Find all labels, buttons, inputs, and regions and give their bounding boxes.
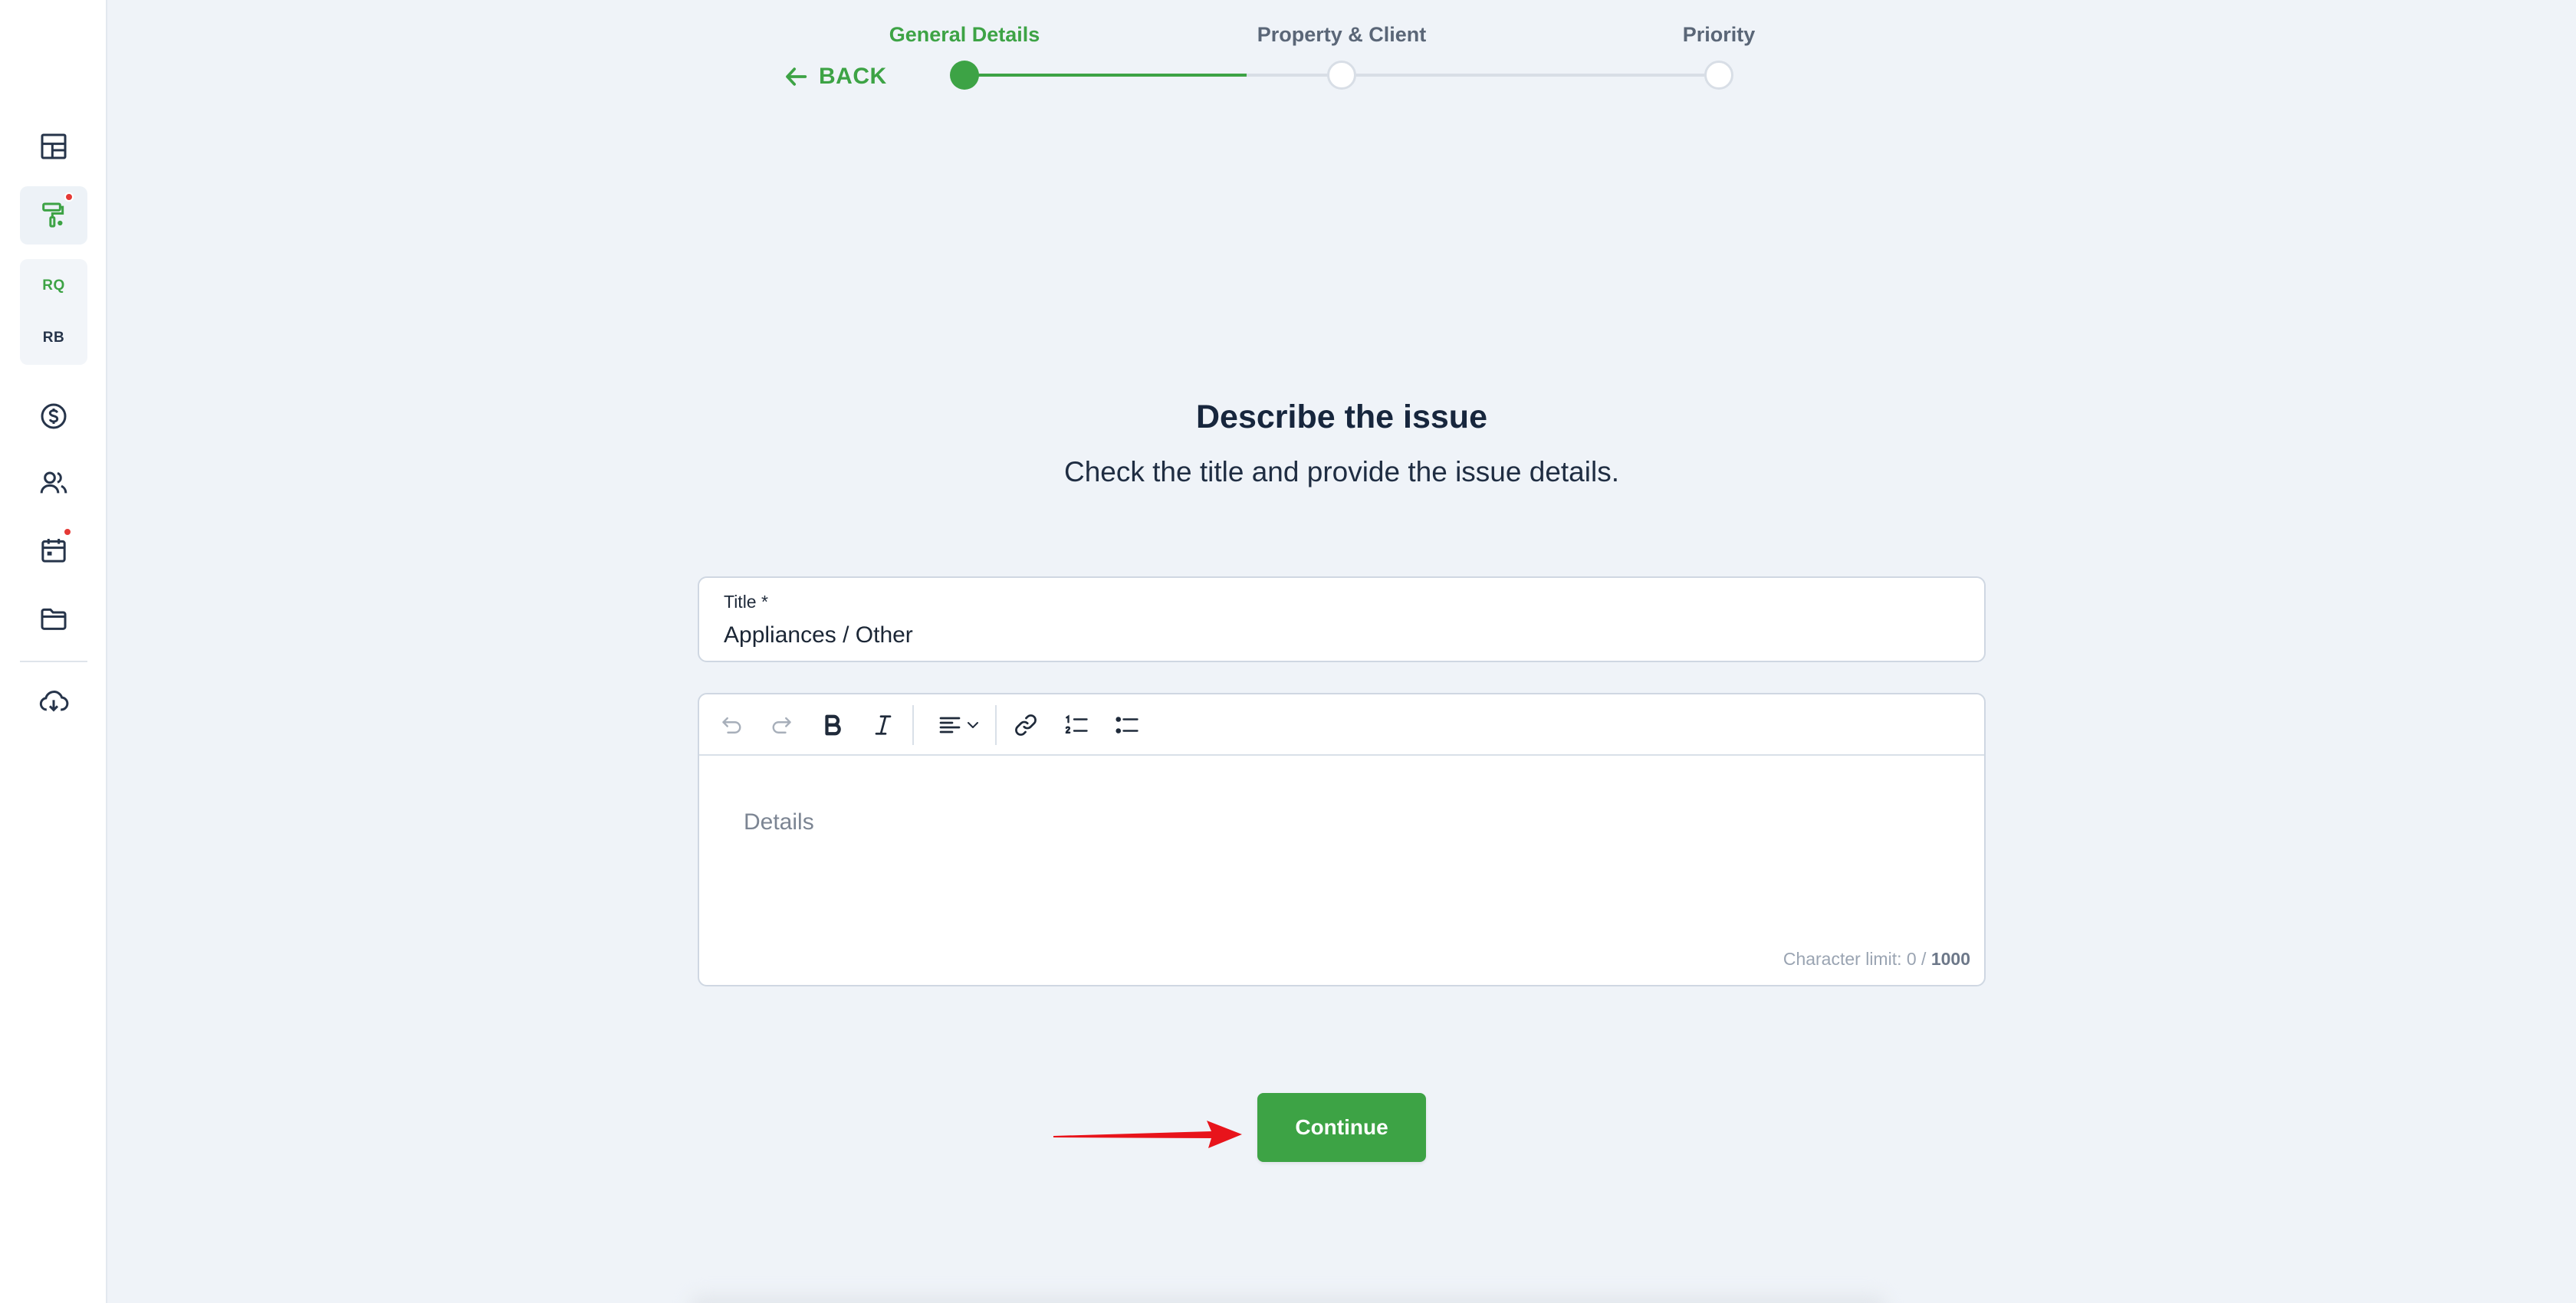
- numbered-list-button[interactable]: [1056, 707, 1096, 743]
- sidebar-item-dashboard[interactable]: [20, 117, 87, 176]
- title-field[interactable]: Title * Appliances / Other: [698, 576, 1986, 662]
- sidebar-item-calendar[interactable]: [20, 521, 87, 579]
- sidebar-tag-group: RQ RB: [20, 259, 87, 365]
- italic-button[interactable]: [863, 707, 903, 743]
- step-dot-property-client[interactable]: [1327, 61, 1356, 90]
- toolbar-separator: [912, 705, 914, 745]
- bold-icon: [825, 714, 841, 736]
- character-limit-text: Character limit: 0 /: [1783, 949, 1931, 969]
- back-label: BACK: [819, 64, 887, 89]
- details-input[interactable]: Details: [744, 809, 814, 835]
- sidebar-item-download[interactable]: [20, 672, 87, 730]
- redo-icon: [772, 717, 791, 734]
- bulleted-list-button[interactable]: [1107, 707, 1147, 743]
- calendar-icon: [41, 539, 66, 563]
- title-field-value[interactable]: Appliances / Other: [724, 622, 913, 648]
- character-limit-max: 1000: [1930, 949, 1970, 969]
- app: RQ RB BACK General Details Property & Cl…: [0, 0, 2576, 1303]
- folder-icon: [41, 608, 67, 630]
- undo-icon: [722, 717, 741, 734]
- stepper-track: [1247, 74, 1717, 77]
- step-dot-priority[interactable]: [1704, 61, 1733, 90]
- step-label-priority: Priority: [1682, 23, 1756, 46]
- step-dot-general-details[interactable]: [950, 61, 979, 90]
- page-subtitle: Check the title and provide the issue de…: [1064, 456, 1619, 487]
- notification-dot: [64, 192, 74, 202]
- link-button[interactable]: [1006, 707, 1046, 743]
- sidebar-item-maintenance[interactable]: [20, 186, 87, 245]
- step-label-general-details: General Details: [889, 23, 1040, 46]
- paint-roller-icon: [42, 202, 64, 228]
- bold-button[interactable]: [813, 707, 853, 743]
- arrow-left-icon: [786, 67, 807, 86]
- align-left-icon: [939, 717, 961, 734]
- continue-button[interactable]: Continue: [1257, 1093, 1426, 1162]
- link-icon: [1015, 714, 1037, 736]
- page-title: Describe the issue: [1195, 399, 1487, 435]
- undo-button[interactable]: [711, 707, 751, 743]
- character-limit: Character limit: 0 / 1000: [1783, 949, 1970, 970]
- cloud-download-icon: [39, 691, 69, 712]
- sidebar-divider: [20, 661, 87, 662]
- title-field-label: Title *: [724, 592, 768, 612]
- sidebar: RQ RB: [0, 0, 107, 1303]
- details-editor: Details Character limit: 0 / 1000: [698, 693, 1986, 986]
- sidebar-tag-rq[interactable]: RQ: [20, 277, 87, 294]
- chevron-down-icon: [968, 722, 978, 728]
- editor-toolbar: [699, 694, 1984, 756]
- annotation-arrow-icon: [1053, 1121, 1242, 1148]
- sidebar-item-files[interactable]: [20, 589, 87, 648]
- redo-button[interactable]: [762, 707, 802, 743]
- sidebar-tag-rb[interactable]: RB: [20, 330, 87, 346]
- toolbar-separator: [995, 705, 997, 745]
- stepper-progress-fill: [964, 74, 1247, 77]
- italic-icon: [875, 715, 892, 735]
- bulleted-list-icon: [1116, 717, 1138, 734]
- numbered-list-icon: [1065, 714, 1088, 734]
- sidebar-item-contacts[interactable]: [20, 454, 87, 512]
- users-icon: [40, 471, 67, 494]
- sidebar-item-billing[interactable]: [20, 387, 87, 445]
- back-button[interactable]: BACK: [784, 61, 887, 92]
- dollar-icon: [41, 403, 67, 429]
- align-dropdown[interactable]: [925, 707, 994, 743]
- dashboard-icon: [41, 133, 67, 159]
- bottom-panel-shadow: [690, 1295, 1886, 1303]
- notification-dot: [63, 527, 72, 537]
- step-label-property-client: Property & Client: [1257, 23, 1427, 46]
- page-heading: Describe the issue Check the title and p…: [698, 399, 1986, 488]
